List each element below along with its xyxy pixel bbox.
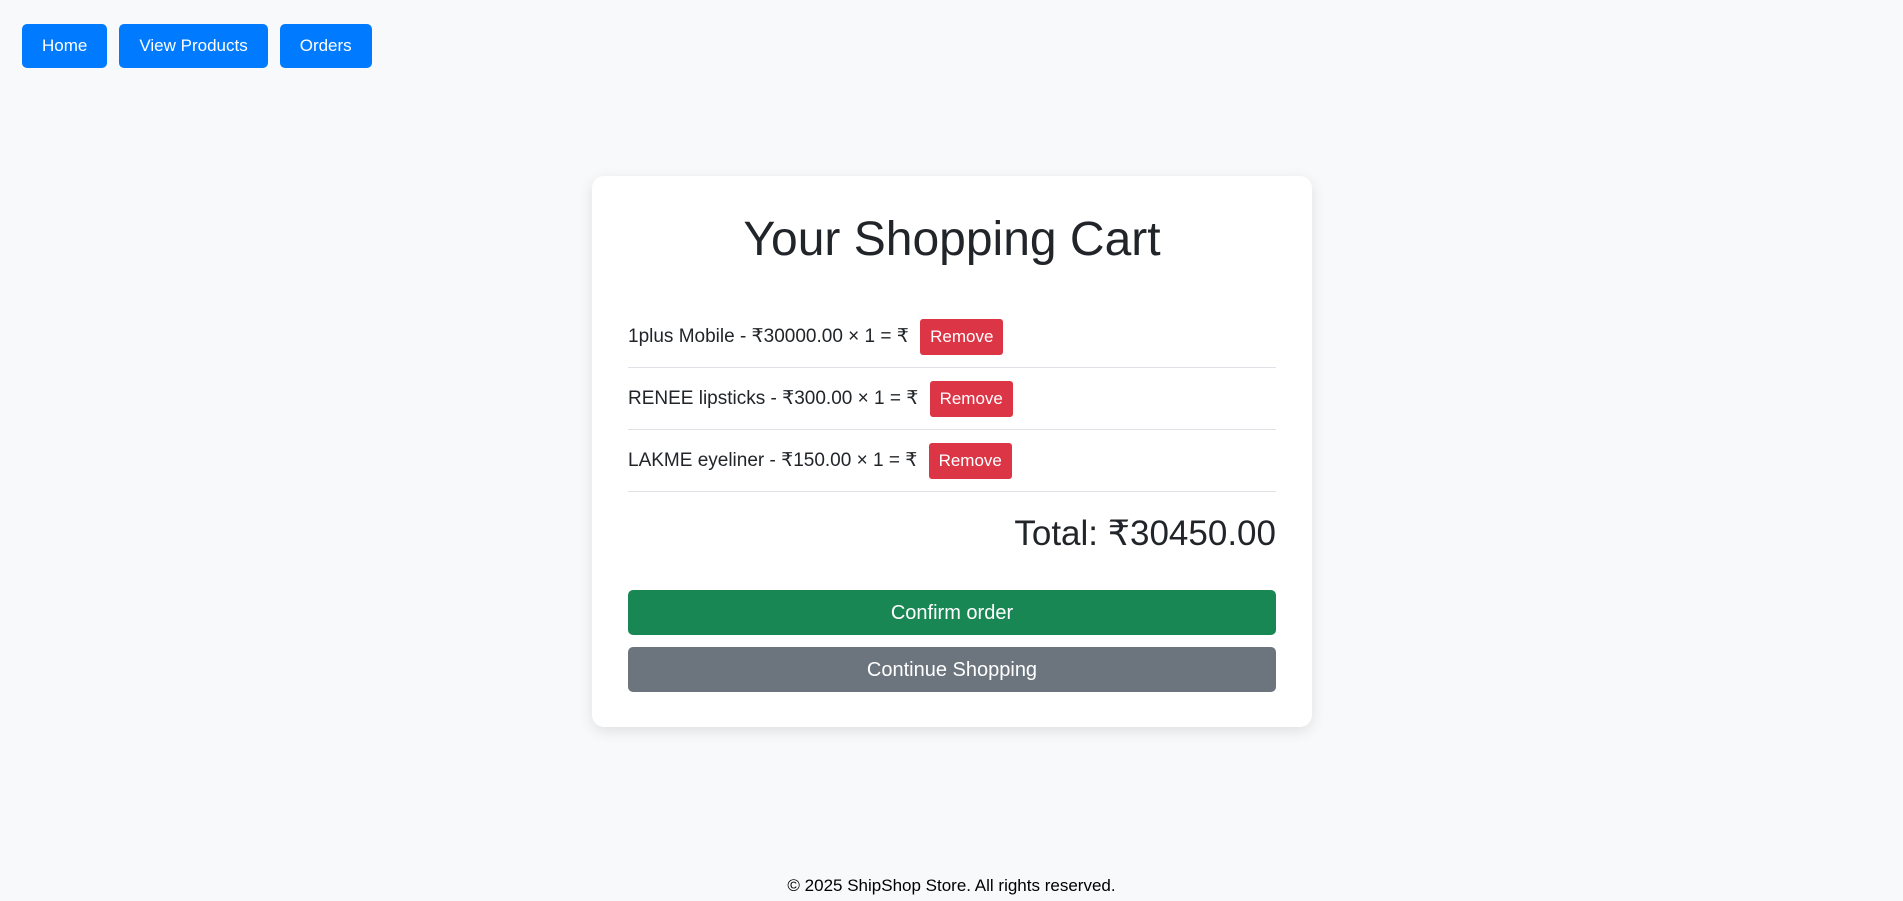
top-navigation: Home View Products Orders xyxy=(22,24,372,68)
page-title: Your Shopping Cart xyxy=(743,213,1161,266)
home-button[interactable]: Home xyxy=(22,24,108,68)
remove-item-button[interactable]: Remove xyxy=(920,318,1004,355)
cart-total: Total: ₹30450.00 xyxy=(1014,514,1276,553)
orders-button[interactable]: Orders xyxy=(279,24,372,68)
view-products-button[interactable]: View Products xyxy=(119,24,268,68)
confirm-order-button[interactable]: Confirm order xyxy=(628,590,1276,635)
cart-item-description: 1plus Mobile - ₹30000.00 × 1 = ₹ xyxy=(628,326,915,347)
cart-item-list: 1plus Mobile - ₹30000.00 × 1 = ₹ Remove … xyxy=(628,306,1276,492)
cart-item-description: RENEE lipsticks - ₹300.00 × 1 = ₹ xyxy=(628,388,924,409)
cart-item-description: LAKME eyeliner - ₹150.00 × 1 = ₹ xyxy=(628,450,923,471)
cart-card: Your Shopping Cart 1plus Mobile - ₹30000… xyxy=(592,176,1312,727)
remove-item-button[interactable]: Remove xyxy=(928,442,1012,479)
remove-item-button[interactable]: Remove xyxy=(929,380,1013,417)
continue-shopping-button[interactable]: Continue Shopping xyxy=(628,647,1276,692)
cart-item: LAKME eyeliner - ₹150.00 × 1 = ₹ Remove xyxy=(628,430,1276,492)
cart-item: RENEE lipsticks - ₹300.00 × 1 = ₹ Remove xyxy=(628,368,1276,430)
footer-copyright: © 2025 ShipShop Store. All rights reserv… xyxy=(787,876,1116,895)
cart-item: 1plus Mobile - ₹30000.00 × 1 = ₹ Remove xyxy=(628,306,1276,368)
